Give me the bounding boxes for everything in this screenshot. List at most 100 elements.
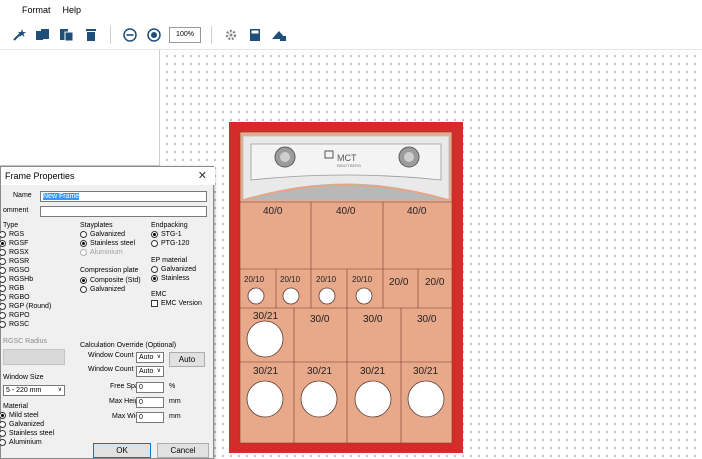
cell-row2-5[interactable]: 20/0 [389,277,408,288]
max-height-unit: mm [169,398,181,405]
cell-row4-4[interactable]: 30/21 [413,366,438,377]
dialog-title-bar[interactable]: Frame Properties [1,167,215,185]
type-option[interactable]: RGSO [0,267,30,274]
material-option[interactable]: Aluminium [0,439,42,446]
frame-drawing[interactable]: MCT BRATTBERG 40/0 40/0 40/0 20/10 20/10… [229,122,463,453]
radio-dot [80,249,87,256]
window-count-y-label: Window Count Y [88,366,141,373]
max-width-field[interactable]: 0 [136,412,164,423]
free-space-field[interactable]: 0 [136,382,164,393]
radio-dot [80,240,87,247]
ep-material-header: EP material [151,257,188,264]
cell-row3-4[interactable]: 30/0 [417,314,436,325]
type-option[interactable]: RGPO [0,312,30,319]
name-label: Name [13,192,32,199]
type-option[interactable]: RGSX [0,249,29,256]
cell-row4-2[interactable]: 30/21 [307,366,332,377]
magic-wand-icon[interactable] [10,26,28,44]
max-width-unit: mm [169,413,181,420]
type-option[interactable]: RGB [0,285,24,292]
window-size-select[interactable]: 5 - 220 mm [3,385,65,396]
calculator-icon[interactable] [246,26,264,44]
cell-row2-6[interactable]: 20/0 [425,277,444,288]
calc-override-header: Calculation Override (Optional) [80,342,177,349]
export-icon[interactable] [270,26,288,44]
close-icon[interactable]: ✕ [198,169,207,182]
endpacking-option[interactable]: STG-1 [151,231,182,238]
bolt-left-inner [280,152,290,162]
emc-version-checkbox[interactable]: EMC Version [151,300,202,307]
menu-format[interactable]: Format [22,5,51,15]
type-option[interactable]: RGBO [0,294,30,301]
stayplates-header: Stayplates [80,222,113,229]
radio-dot [151,240,158,247]
ep-material-option[interactable]: Galvanized [151,266,196,273]
type-option[interactable]: RGSF [0,240,28,247]
endpacking-header: Endpacking [151,222,188,229]
toolbar-separator [211,25,212,44]
material-option[interactable]: Galvanized [0,421,44,428]
compression-option[interactable]: Composite (Std) [80,277,141,284]
radio-dot [151,275,158,282]
cell-row3-3[interactable]: 30/0 [363,314,382,325]
radio-dot [80,231,87,238]
frame-properties-dialog: Frame Properties ✕ Name New Frame omment… [0,166,215,459]
emc-header: EMC [151,291,167,298]
type-option[interactable]: RGS [0,231,24,238]
ep-material-option[interactable]: Stainless [151,275,189,282]
cell-row2-1[interactable]: 20/10 [244,275,264,284]
cell-row3-1[interactable]: 30/21 [253,311,278,322]
zoom-level[interactable]: 100% [169,26,201,43]
auto-button[interactable]: Auto [169,352,205,367]
brand-logo-text: MCT [337,153,357,163]
material-label: Material [3,403,28,410]
menu-help[interactable]: Help [63,5,82,15]
compression-header: Compression plate [80,267,139,274]
stayplate-option[interactable]: Galvanized [80,231,125,238]
toolbar: 100% [0,20,702,50]
radio-dot [0,430,6,437]
cell-row2-4[interactable]: 20/10 [352,275,372,284]
cell-row2-2[interactable]: 20/10 [280,275,300,284]
radio-dot [151,231,158,238]
radio-dot [0,312,6,319]
delete-icon[interactable] [82,26,100,44]
type-header: Type [3,222,19,229]
compression-option[interactable]: Galvanized [80,286,125,293]
cell-row1-2[interactable]: 40/0 [336,206,355,217]
window-size-label: Window Size [3,374,44,381]
material-option[interactable]: Mild steel [0,412,39,419]
type-option[interactable]: RGSR [0,258,29,265]
window-count-x-label: Window Count X [88,352,141,359]
comment-field[interactable] [40,206,207,217]
window-count-x-select[interactable]: Auto [136,352,164,363]
stayplate-option[interactable]: Stainless steel [80,240,135,247]
material-option[interactable]: Stainless steel [0,430,54,437]
window-count-y-select[interactable]: Auto [136,366,164,377]
cell-row2-3[interactable]: 20/10 [316,275,336,284]
cancel-button[interactable]: Cancel [157,443,209,458]
cell-row1-3[interactable]: 40/0 [407,206,426,217]
zoom-out-icon[interactable] [121,26,139,44]
type-option[interactable]: RGP (Round) [0,303,51,310]
copy-icon[interactable] [34,26,52,44]
type-option[interactable]: RGSC [0,321,29,328]
free-space-unit: % [169,383,176,390]
rgsc-radius-field[interactable] [3,349,65,365]
bolt-right-inner [404,152,414,162]
type-option[interactable]: RGSHb [0,276,33,283]
paste-icon[interactable] [58,26,76,44]
name-field[interactable]: New Frame [40,191,207,202]
endpacking-option[interactable]: PTG-120 [151,240,189,247]
radio-dot [0,321,6,328]
cell-row4-3[interactable]: 30/21 [360,366,385,377]
cell-row3-2[interactable]: 30/0 [310,314,329,325]
checkbox-box [151,300,158,307]
settings-icon[interactable] [222,26,240,44]
cell-row4-1[interactable]: 30/21 [253,366,278,377]
radio-dot [80,277,87,284]
cell-row1-1[interactable]: 40/0 [263,206,282,217]
zoom-in-icon[interactable] [145,26,163,44]
max-height-field[interactable]: 0 [136,397,164,408]
ok-button[interactable]: OK [93,443,151,458]
